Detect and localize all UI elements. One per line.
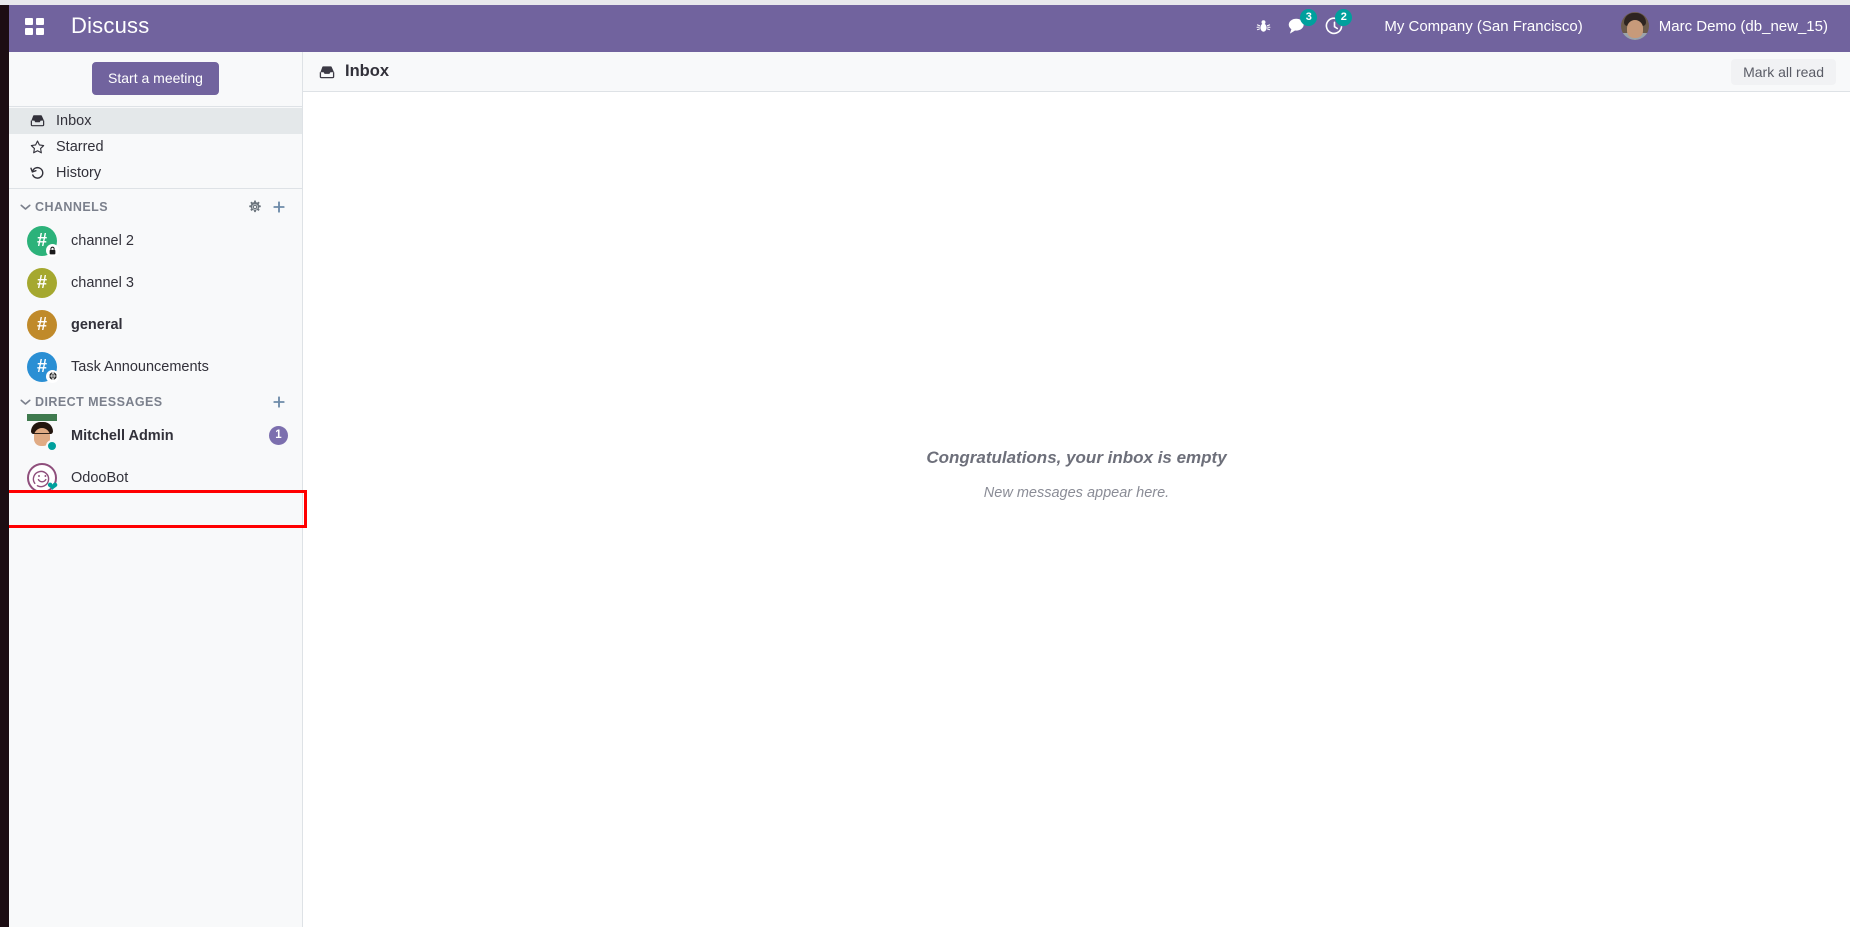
globe-icon [46,369,59,383]
channel-name: general [71,316,123,333]
sidebar-dm-odoobot[interactable]: ❤ OdooBot [9,457,302,499]
hash-icon: # [36,313,47,334]
dm-section-header: DIRECT MESSAGES [9,390,302,415]
channel-list: # channel 2 # channel 3 # general # Task… [9,220,302,390]
dm-name: Mitchell Admin [71,427,174,444]
gear-icon[interactable] [248,200,262,214]
star-icon [29,140,46,154]
thread-empty-state: Congratulations, your inbox is empty New… [303,92,1850,927]
chevron-down-icon[interactable] [15,203,35,211]
top-navbar: Discuss 3 2 My Company (San Francisco) M… [0,0,1850,52]
sidebar-channel-task-announcements[interactable]: # Task Announcements [9,346,302,388]
history-icon [29,166,46,180]
bug-icon [1256,19,1271,34]
thread-header: Inbox Mark all read [303,52,1850,92]
channels-section-actions [248,200,286,214]
sidebar-channel-general[interactable]: # general [9,304,302,346]
inbox-icon [319,65,335,79]
dm-section-actions [272,395,286,409]
systray: 3 2 [1246,0,1353,52]
online-status-indicator [46,439,58,452]
empty-state-title: Congratulations, your inbox is empty [926,448,1227,467]
channels-section: CHANNELS # channel 2 # channel 3 # gener… [9,189,302,390]
add-channel-icon[interactable] [272,200,286,214]
avatar [1620,12,1649,40]
sidebar-item-inbox[interactable]: Inbox [9,107,302,134]
channel-avatar: # [27,267,57,298]
browser-viewport: Discuss 3 2 My Company (San Francisco) M… [0,0,1850,927]
hash-icon: # [36,271,47,292]
sidebar-item-label: Starred [56,138,104,155]
browser-top-edge [0,0,1850,5]
channel-name: Task Announcements [71,358,209,375]
app-title: Discuss [71,13,150,38]
channel-name: channel 3 [71,274,134,291]
channel-avatar: # [27,309,57,340]
messages-menu-button[interactable]: 3 [1280,0,1318,52]
hash-icon: # [36,229,47,250]
mark-all-read-button[interactable]: Mark all read [1731,58,1836,85]
channel-avatar: # [27,225,59,257]
lock-icon [46,243,59,257]
inbox-icon [29,114,46,127]
sidebar-item-history[interactable]: History [9,160,302,186]
sidebar-item-label: History [56,164,102,181]
avatar [27,413,58,452]
discuss-sidebar: Start a meeting Inbox Starred History CH… [9,52,303,927]
apps-grid-icon [24,17,44,35]
chevron-down-icon[interactable] [15,398,35,406]
start-meeting-row: Start a meeting [9,52,302,106]
heart-icon: ❤ [47,478,58,494]
thread-title-wrap: Inbox [319,62,389,81]
unread-badge: 1 [269,426,288,446]
activities-badge: 2 [1335,9,1353,26]
sidebar-item-starred[interactable]: Starred [9,134,302,160]
add-direct-message-icon[interactable] [272,395,286,409]
sidebar-dm-mitchell-admin[interactable]: Mitchell Admin 1 [9,413,302,457]
activities-menu-button[interactable]: 2 [1317,0,1353,52]
channel-name: channel 2 [71,232,134,249]
sidebar-channel-channel-3[interactable]: # channel 3 [9,262,302,304]
company-switcher[interactable]: My Company (San Francisco) [1370,0,1596,52]
sidebar-channel-channel-2[interactable]: # channel 2 [9,220,302,262]
hash-icon: # [36,355,47,376]
browser-left-edge [0,0,9,927]
user-menu[interactable]: Marc Demo (db_new_15) [1611,0,1836,52]
mailbox-list: Inbox Starred History [9,107,302,188]
app-body: Start a meeting Inbox Starred History CH… [0,52,1850,927]
apps-menu-button[interactable] [15,7,53,45]
debug-menu-button[interactable] [1246,0,1280,52]
page-title: Inbox [345,62,389,80]
odoobot-avatar: ❤ [27,462,58,494]
empty-state-subtitle: New messages appear here. [983,485,1170,501]
dm-name: OdooBot [71,469,129,486]
dm-section-title[interactable]: DIRECT MESSAGES [35,395,163,409]
messages-badge: 3 [1300,9,1318,26]
direct-messages-section: DIRECT MESSAGES Mitchell Admin 1 ❤ OdooB… [9,390,302,501]
start-meeting-button[interactable]: Start a meeting [92,62,219,95]
dm-list: Mitchell Admin 1 ❤ OdooBot [9,413,302,501]
channel-avatar: # [27,351,59,383]
user-menu-label: Marc Demo (db_new_15) [1658,17,1828,35]
channels-section-title[interactable]: CHANNELS [35,200,108,214]
sidebar-item-label: Inbox [56,112,92,129]
channels-section-header: CHANNELS [9,195,302,220]
thread-panel: Inbox Mark all read Congratulations, you… [303,52,1850,927]
